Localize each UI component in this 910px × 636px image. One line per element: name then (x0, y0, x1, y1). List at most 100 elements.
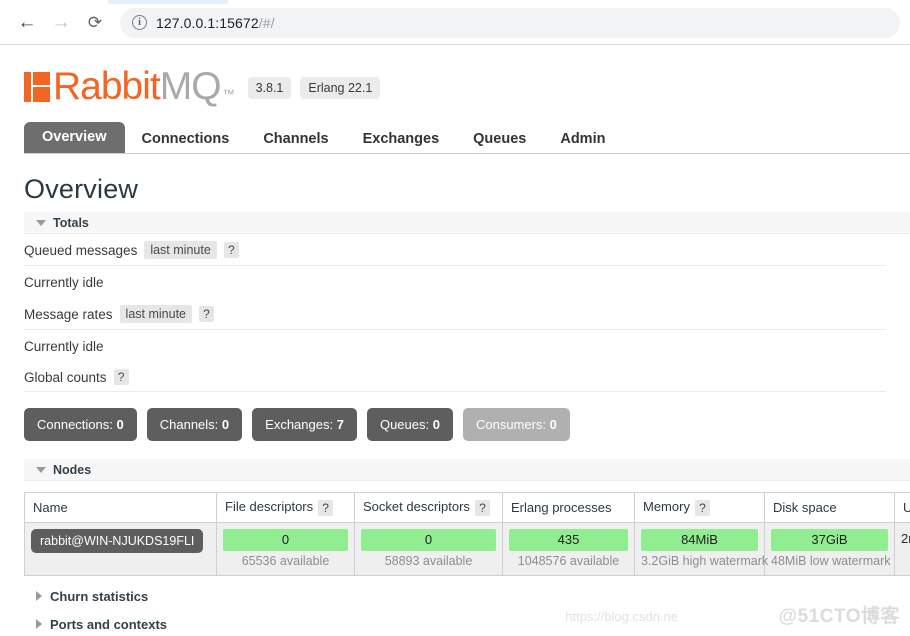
watermark-51cto: @51CTO博客 (778, 606, 900, 627)
section-label-nodes: Nodes (53, 462, 92, 477)
brand-name-first: Rabbit (53, 65, 161, 108)
global-count-badges: Connections: 0 Channels: 0 Exchanges: 7 … (24, 392, 910, 459)
column-label-memory: Memory (643, 499, 690, 514)
tab-queues[interactable]: Queues (456, 125, 543, 154)
rabbitmq-logo-icon (24, 71, 50, 102)
count-badge-queues-value: 0 (432, 417, 440, 432)
queued-messages-label: Queued messages (24, 242, 138, 258)
column-label-file-descriptors: File descriptors (225, 499, 314, 514)
tab-overview[interactable]: Overview (24, 121, 125, 153)
file-descriptors-sub: 65536 available (241, 553, 330, 568)
tab-exchanges[interactable]: Exchanges (346, 125, 457, 154)
url-host: 127.0.0.1:15672 (156, 14, 259, 31)
section-header-churn-statistics[interactable]: Churn statistics (24, 576, 910, 604)
queued-messages-status: Currently idle (24, 275, 104, 290)
nodes-table-header-row: Name File descriptors? Socket descriptor… (24, 492, 910, 523)
count-badge-channels[interactable]: Channels: 0 (146, 408, 243, 441)
section-header-totals[interactable]: Totals (24, 212, 910, 234)
trademark-symbol: ™ (222, 87, 235, 101)
count-badge-queues-label: Queues: (379, 417, 430, 432)
cell-disk-space: 37GiB 48MiB low watermark (764, 521, 895, 576)
watermark-csdn: https://blog.csdn.ne (565, 609, 678, 624)
address-bar[interactable]: i 127.0.0.1:15672/#/ (120, 7, 900, 38)
section-label-totals: Totals (53, 215, 89, 230)
page-title: Overview (24, 174, 139, 204)
cell-file-descriptors: 0 65536 available (216, 521, 355, 576)
count-badge-channels-label: Channels: (159, 417, 219, 432)
message-rates-help-icon[interactable]: ? (199, 306, 214, 322)
node-name-badge[interactable]: rabbit@WIN-NJUKDS19FLI (31, 528, 204, 553)
back-arrow-icon[interactable]: ← (10, 6, 44, 40)
queued-messages-help-icon[interactable]: ? (223, 242, 239, 258)
caret-down-icon (36, 466, 46, 473)
column-label-uptime: Uptime (903, 499, 910, 515)
global-counts-label: Global counts (24, 369, 107, 385)
version-badge: 3.8.1 (247, 77, 292, 99)
file-descriptors-help-icon[interactable]: ? (318, 499, 334, 516)
disk-space-sub: 48MiB low watermark (771, 553, 891, 568)
count-badge-connections[interactable]: Connections: 0 (24, 408, 137, 441)
cell-node-name: rabbit@WIN-NJUKDS19FLI (24, 521, 217, 576)
column-header-uptime[interactable]: Uptime (894, 492, 910, 523)
count-badge-exchanges[interactable]: Exchanges: 7 (252, 408, 357, 441)
socket-descriptors-help-icon[interactable]: ? (474, 499, 490, 516)
global-counts-help-icon[interactable]: ? (113, 369, 129, 385)
section-header-ports-and-contexts[interactable]: Ports and contexts (24, 604, 910, 632)
reload-icon[interactable]: ⟳ (78, 6, 112, 40)
erlang-processes-sub: 1048576 available (517, 553, 620, 568)
message-rates-label: Message rates (24, 306, 113, 322)
page-content: Rabbit MQ ™ 3.8.1 Erlang 22.1 Overview C… (24, 45, 910, 632)
column-header-name[interactable]: Name (24, 492, 217, 523)
queued-messages-period-select[interactable]: last minute (144, 241, 217, 259)
main-nav-tabs: Overview Connections Channels Exchanges … (24, 121, 910, 154)
caret-right-icon (36, 619, 42, 630)
queued-messages-row: Queued messages last minute ? (24, 234, 886, 266)
erlang-processes-value: 435 (509, 528, 628, 551)
column-label-disk-space: Disk space (773, 499, 837, 515)
nodes-table-container: Name File descriptors? Socket descriptor… (24, 481, 910, 576)
tab-admin[interactable]: Admin (543, 125, 622, 154)
count-badge-channels-value: 0 (221, 417, 230, 432)
column-label-socket-descriptors: Socket descriptors (363, 499, 470, 514)
column-header-memory[interactable]: Memory? (634, 492, 765, 523)
cell-erlang-processes: 435 1048576 available (502, 521, 635, 576)
message-rates-period-select[interactable]: last minute (119, 305, 192, 323)
memory-value: 84MiB (641, 528, 758, 551)
column-header-file-descriptors[interactable]: File descriptors? (216, 492, 355, 523)
browser-chrome: ← → ⟳ i 127.0.0.1:15672/#/ (0, 0, 910, 45)
uptime-value: 2m (901, 530, 910, 546)
disk-space-value: 37GiB (771, 528, 888, 551)
erlang-version-badge: Erlang 22.1 (300, 77, 381, 99)
column-header-socket-descriptors[interactable]: Socket descriptors? (354, 492, 503, 523)
rabbitmq-management-page: Rabbit MQ ™ 3.8.1 Erlang 22.1 Overview C… (0, 45, 910, 636)
socket-descriptors-value: 0 (361, 528, 496, 551)
section-header-nodes[interactable]: Nodes (24, 459, 910, 481)
browser-nav-row: ← → ⟳ i 127.0.0.1:15672/#/ (0, 0, 910, 45)
url-path: /#/ (258, 14, 275, 31)
forward-arrow-icon[interactable]: → (44, 6, 78, 40)
cell-memory: 84MiB 3.2GiB high watermark (634, 521, 768, 576)
cell-socket-descriptors: 0 58893 available (354, 521, 503, 576)
tab-connections[interactable]: Connections (125, 125, 247, 154)
url-text: 127.0.0.1:15672/#/ (156, 15, 275, 31)
count-badge-queues[interactable]: Queues: 0 (366, 408, 453, 441)
rabbitmq-logo[interactable]: Rabbit MQ ™ (24, 65, 235, 108)
tab-channels[interactable]: Channels (246, 125, 345, 154)
count-badge-consumers-label: Consumers: (475, 417, 547, 432)
browser-tab-stub[interactable] (108, 0, 228, 4)
column-header-disk-space[interactable]: Disk space (764, 492, 895, 523)
caret-down-icon (36, 219, 46, 226)
brand-header: Rabbit MQ ™ 3.8.1 Erlang 22.1 (24, 45, 910, 112)
cell-uptime: 2m (894, 521, 910, 576)
memory-help-icon[interactable]: ? (694, 499, 710, 516)
count-badge-connections-value: 0 (116, 417, 124, 432)
message-rates-status: Currently idle (24, 339, 104, 354)
brand-name-second: MQ (159, 65, 222, 108)
section-label-churn-statistics: Churn statistics (50, 588, 149, 604)
caret-right-icon (36, 591, 42, 602)
version-badges: 3.8.1 Erlang 22.1 (247, 77, 381, 106)
section-label-ports-and-contexts: Ports and contexts (50, 616, 168, 632)
count-badge-exchanges-value: 7 (336, 417, 344, 432)
info-icon[interactable]: i (132, 15, 147, 30)
column-header-erlang-processes[interactable]: Erlang processes (502, 492, 635, 523)
